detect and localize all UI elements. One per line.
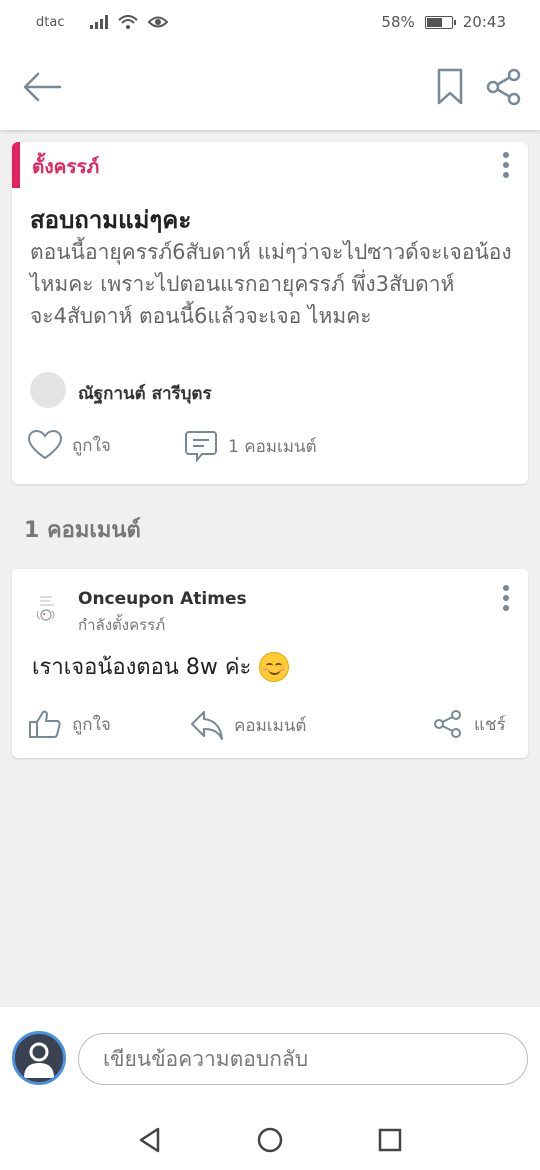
reply-compose-bar: เขียนข้อความตอบกลับ (0, 1006, 540, 1108)
dot-icon (503, 152, 509, 158)
dot-icon (503, 595, 509, 601)
comment-bubble-icon (185, 431, 217, 462)
comment-like-button[interactable]: ถูกใจ (28, 709, 111, 739)
carrier-name: dtac (36, 14, 65, 30)
share-button[interactable] (484, 68, 524, 106)
nav-home-icon[interactable] (256, 1126, 284, 1154)
reply-icon (191, 711, 223, 740)
app-bar (0, 44, 540, 130)
status-bar: dtac 58% 20:43 (0, 0, 540, 44)
dot-icon (503, 172, 509, 178)
eye-comfort-icon (148, 16, 169, 28)
dot-icon (503, 162, 509, 168)
wifi-icon (118, 15, 139, 29)
bookmark-button[interactable] (436, 68, 464, 106)
category-marker (12, 142, 20, 188)
battery-percent: 58% (381, 13, 415, 31)
battery-fill (426, 17, 442, 27)
comment-more-options-button[interactable] (496, 583, 516, 613)
current-user-avatar[interactable] (12, 1031, 66, 1085)
clock: 20:43 (462, 13, 506, 31)
post-comment-count: 1 คอมเมนต์ (228, 436, 317, 457)
commenter-name[interactable]: Onceupon Atimes (78, 589, 247, 609)
comment-share-button[interactable]: แชร์ (432, 709, 506, 739)
comment-text-content: เราเจอน้องตอน 8w ค่ะ (32, 655, 252, 680)
post-more-options-button[interactable] (496, 150, 516, 180)
post-comments-button[interactable]: 1 คอมเมนต์ (184, 430, 317, 462)
heart-icon (28, 430, 62, 460)
post-body: ตอนนี้อายุครรภ์6สับดาห์ แม่ๆว่าจะไปซาวด์… (30, 240, 512, 328)
dot-icon (503, 605, 509, 611)
reply-input[interactable]: เขียนข้อความตอบกลับ (78, 1033, 528, 1085)
author-avatar[interactable] (30, 372, 66, 408)
post-card: ตั้งครรภ์ สอบถามแม่ๆคะ ตอนนี้อายุครรภ์6ส… (12, 142, 528, 484)
user-silhouette-icon (24, 1042, 54, 1078)
comments-heading: 1 คอมเมนต์ (24, 518, 141, 543)
post-category[interactable]: ตั้งครรภ์ (32, 152, 99, 182)
system-nav-bar (0, 1108, 540, 1170)
nav-recent-apps-icon[interactable] (376, 1126, 404, 1154)
comment-like-label: ถูกใจ (72, 714, 111, 735)
share-icon (486, 68, 521, 106)
signal-icon (90, 15, 109, 29)
nav-back-icon[interactable] (136, 1126, 164, 1154)
comment-text: เราเจอน้องตอน 8w ค่ะ (32, 649, 290, 684)
thumbs-up-icon (29, 710, 61, 738)
smiling-face-emoji-icon (259, 651, 290, 682)
arrow-left-icon (23, 72, 62, 102)
post-author[interactable]: ณัฐกานต์ สารีบุตร (78, 380, 212, 407)
commenter-status: กำลังตั้งครรภ์ (78, 616, 166, 634)
share-icon (434, 710, 461, 738)
commenter-avatar[interactable] (30, 587, 66, 625)
post-like-label: ถูกใจ (72, 435, 111, 456)
post-like-button[interactable]: ถูกใจ (28, 430, 111, 460)
comment-reply-button[interactable]: คอมเมนต์ (190, 709, 306, 741)
comment-share-label: แชร์ (474, 714, 506, 735)
dot-icon (503, 585, 509, 591)
comment-card: Onceupon Atimes กำลังตั้งครรภ์ เราเจอน้อ… (12, 569, 528, 758)
battery-icon (424, 15, 456, 29)
post-title: สอบถามแม่ๆคะ (30, 206, 192, 234)
back-button[interactable] (22, 70, 62, 104)
bookmark-icon (437, 68, 463, 105)
comment-reply-label: คอมเมนต์ (234, 715, 307, 736)
